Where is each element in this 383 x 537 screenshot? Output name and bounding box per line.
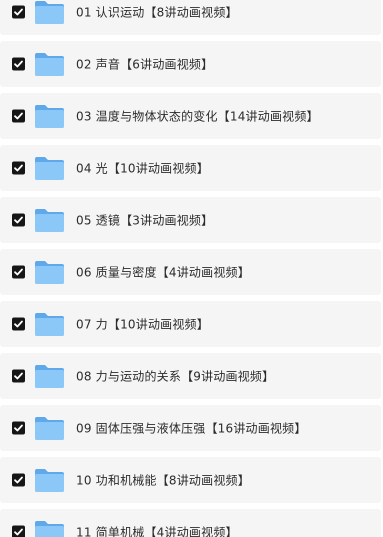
folder-list: 01 认识运动【8讲动画视频】 02 声音【6讲动画视频】 03 温度与物体状态… <box>0 0 383 537</box>
folder-icon <box>34 259 65 285</box>
folder-icon <box>34 519 65 537</box>
checkbox[interactable] <box>12 57 25 71</box>
list-item[interactable]: 06 质量与密度【4讲动画视频】 <box>0 249 381 295</box>
checkbox[interactable] <box>12 265 25 279</box>
folder-label: 07 力【10讲动画视频】 <box>76 317 209 332</box>
checkbox[interactable] <box>12 317 25 331</box>
checkbox[interactable] <box>12 525 25 537</box>
checkbox[interactable] <box>12 213 25 227</box>
folder-label: 09 固体压强与液体压强【16讲动画视频】 <box>76 421 307 436</box>
folder-icon <box>34 207 65 233</box>
checkbox[interactable] <box>12 109 25 123</box>
checkbox[interactable] <box>12 161 25 175</box>
list-item[interactable]: 05 透镜【3讲动画视频】 <box>0 197 381 243</box>
folder-label: 05 透镜【3讲动画视频】 <box>76 213 214 228</box>
list-item[interactable]: 10 功和机械能【8讲动画视频】 <box>0 457 381 503</box>
folder-icon <box>34 0 65 25</box>
checkbox[interactable] <box>12 5 25 19</box>
folder-label: 01 认识运动【8讲动画视频】 <box>76 5 238 20</box>
folder-icon <box>34 311 65 337</box>
folder-label: 10 功和机械能【8讲动画视频】 <box>76 473 250 488</box>
folder-icon <box>34 155 65 181</box>
list-item[interactable]: 02 声音【6讲动画视频】 <box>0 41 381 87</box>
list-item[interactable]: 01 认识运动【8讲动画视频】 <box>0 0 381 35</box>
folder-icon <box>34 51 65 77</box>
list-item[interactable]: 07 力【10讲动画视频】 <box>0 301 381 347</box>
checkbox[interactable] <box>12 421 25 435</box>
folder-label: 08 力与运动的关系【9讲动画视频】 <box>76 369 275 384</box>
list-item[interactable]: 08 力与运动的关系【9讲动画视频】 <box>0 353 381 399</box>
folder-label: 03 温度与物体状态的变化【14讲动画视频】 <box>76 109 319 124</box>
folder-label: 06 质量与密度【4讲动画视频】 <box>76 265 250 280</box>
folder-label: 04 光【10讲动画视频】 <box>76 161 209 176</box>
folder-icon <box>34 363 65 389</box>
checkbox[interactable] <box>12 369 25 383</box>
folder-label: 11 简单机械【4讲动画视频】 <box>76 525 238 537</box>
folder-icon <box>34 103 65 129</box>
list-item[interactable]: 03 温度与物体状态的变化【14讲动画视频】 <box>0 93 381 139</box>
folder-label: 02 声音【6讲动画视频】 <box>76 57 214 72</box>
folder-icon <box>34 415 65 441</box>
list-item[interactable]: 09 固体压强与液体压强【16讲动画视频】 <box>0 405 381 451</box>
folder-icon <box>34 467 65 493</box>
list-item[interactable]: 11 简单机械【4讲动画视频】 <box>0 509 381 537</box>
checkbox[interactable] <box>12 473 25 487</box>
list-item[interactable]: 04 光【10讲动画视频】 <box>0 145 381 191</box>
